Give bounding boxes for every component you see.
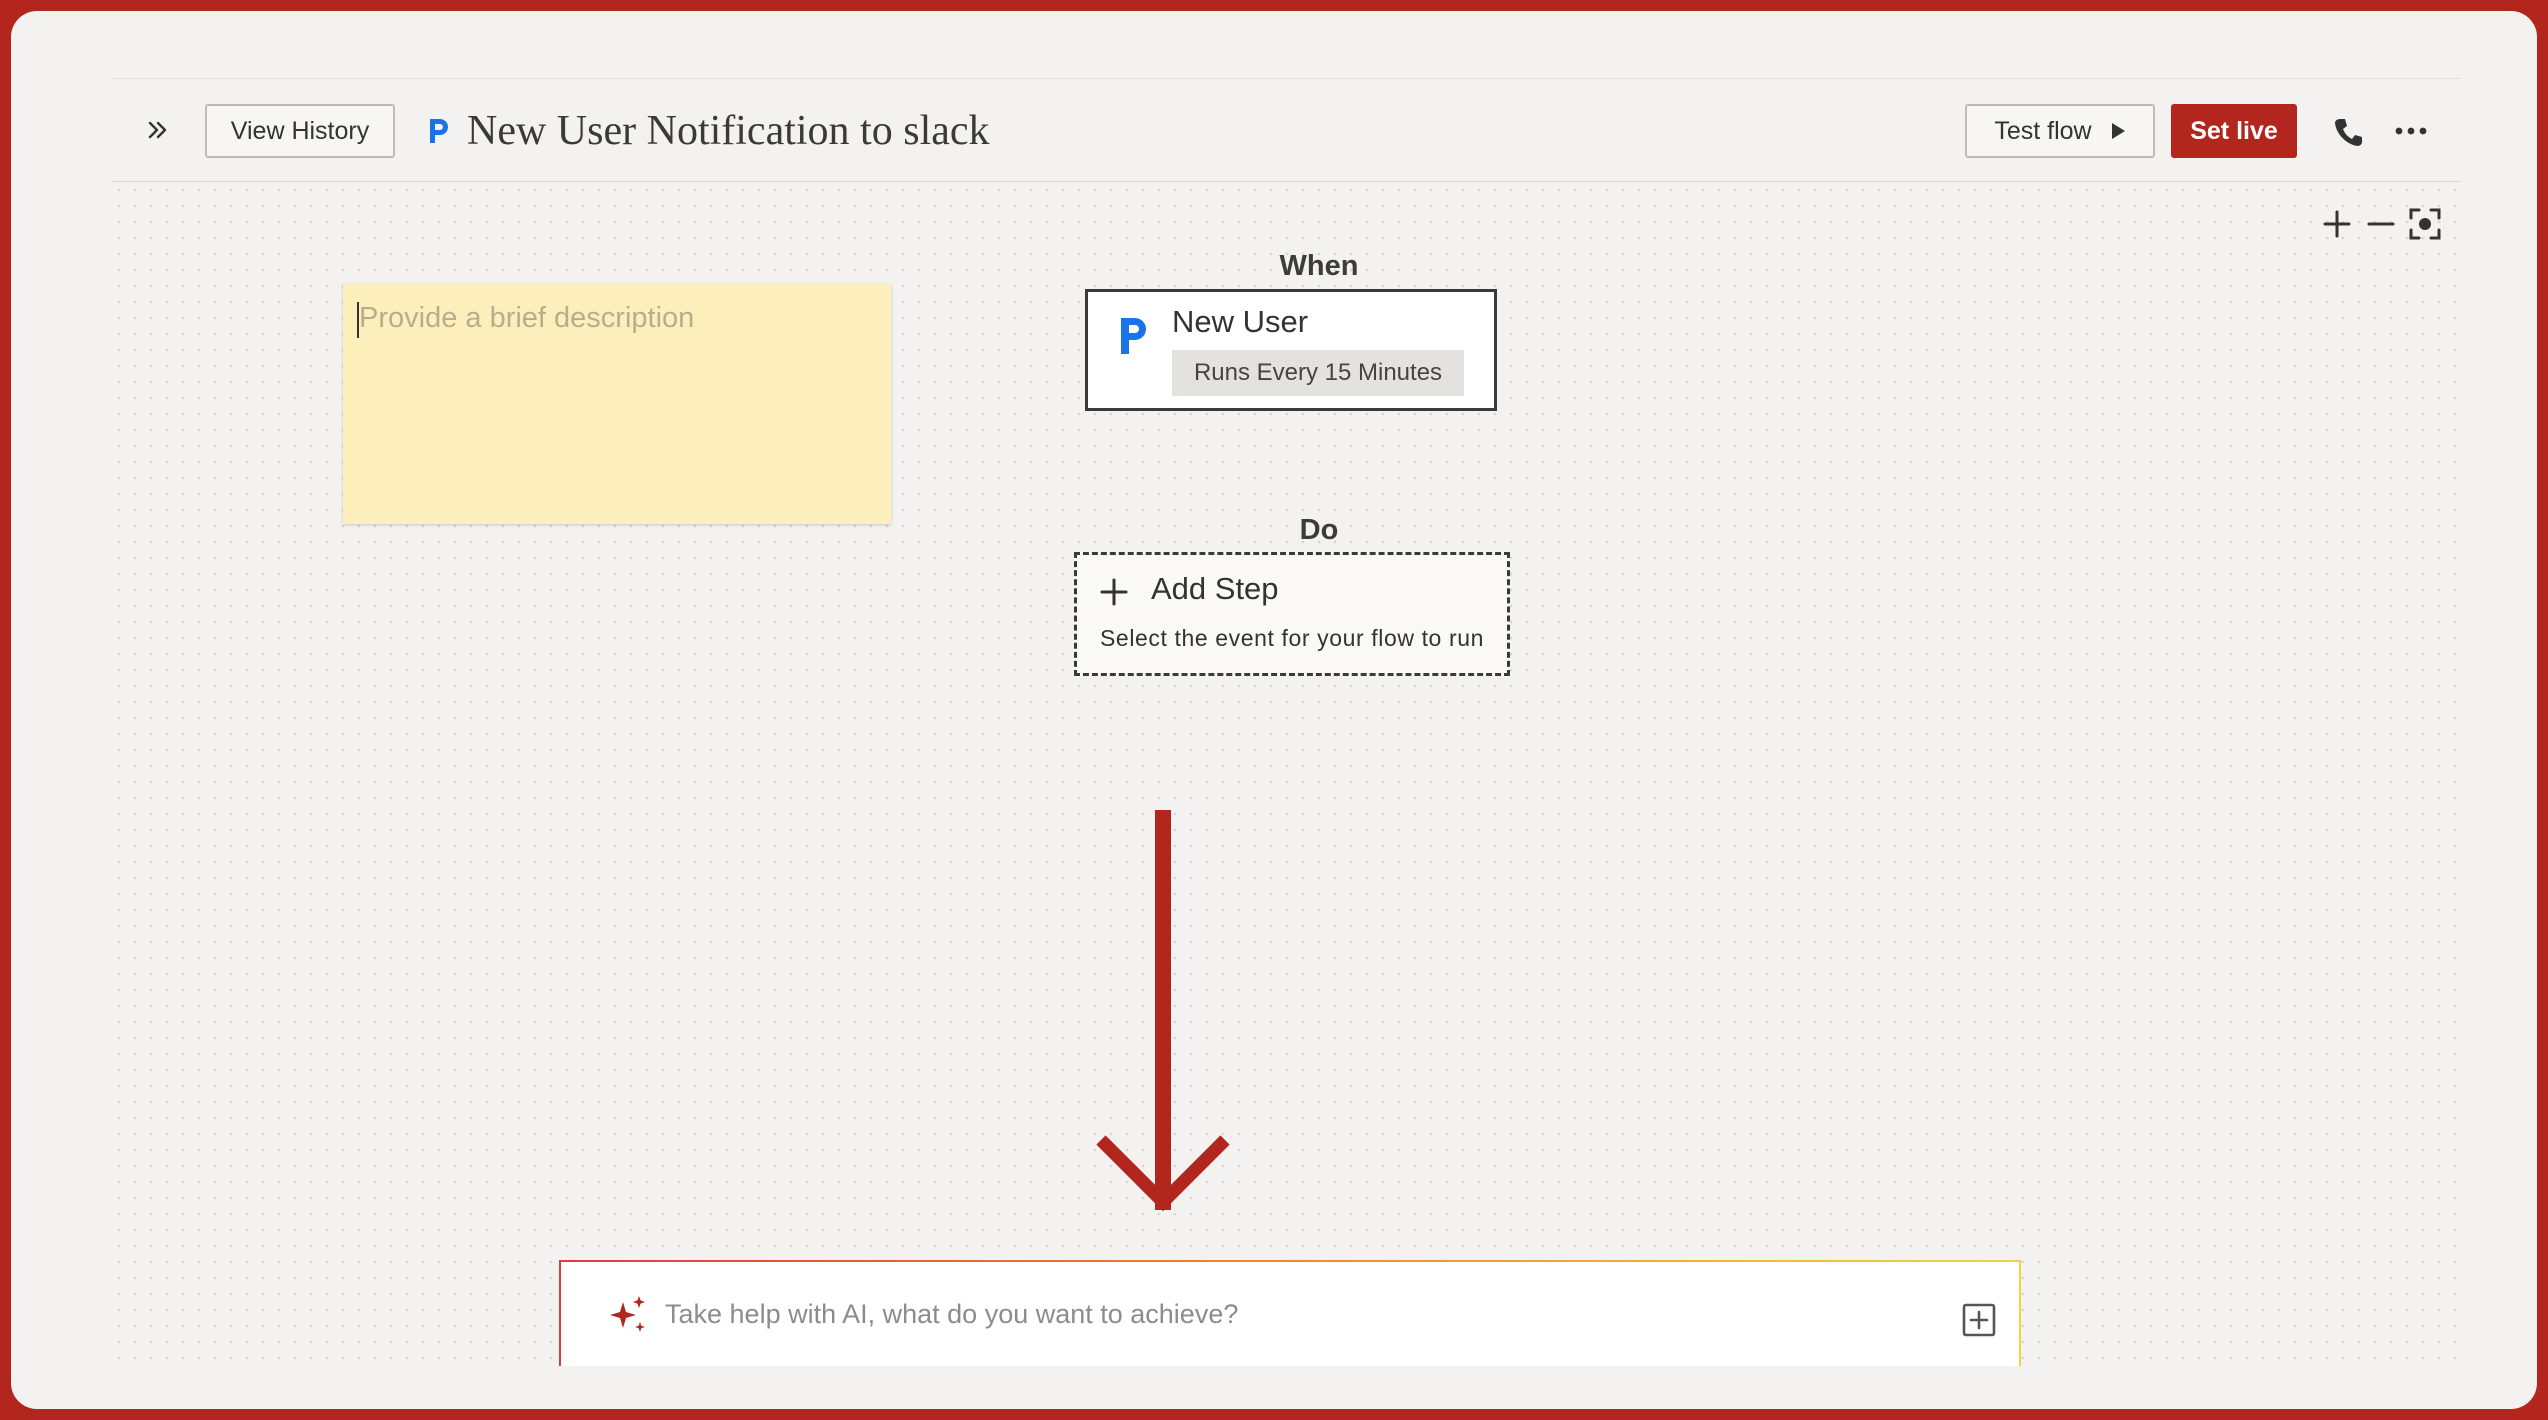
sticky-note[interactable]: Provide a brief description — [343, 284, 891, 524]
set-live-label: Set live — [2190, 116, 2278, 145]
fit-view-icon[interactable] — [2407, 206, 2443, 242]
trigger-title: New User — [1172, 304, 1309, 339]
ai-sparkle-icon — [610, 1296, 645, 1332]
add-step-title: Add Step — [1151, 571, 1279, 606]
plus-icon — [1100, 578, 1128, 606]
add-step-subtitle: Select the event for your flow to run — [1099, 625, 1484, 651]
schedule-badge: Runs Every 15 Minutes — [1172, 350, 1464, 396]
play-icon — [2111, 123, 2125, 139]
test-flow-button[interactable]: Test flow — [1965, 104, 2155, 158]
set-live-button[interactable]: Set live — [2171, 104, 2297, 158]
ai-prompt-input[interactable] — [663, 1290, 1847, 1338]
app-window: View History New User Notification to sl… — [11, 11, 2537, 1409]
app-logo-icon — [430, 119, 448, 143]
do-label: Do — [1299, 514, 1339, 546]
add-step-button[interactable]: Add Step Select the event for your flow … — [1074, 552, 1510, 676]
view-history-label: View History — [230, 116, 370, 145]
view-history-button[interactable]: View History — [205, 104, 395, 158]
when-label: When — [1279, 250, 1359, 282]
sticky-note-placeholder: Provide a brief description — [359, 302, 695, 334]
phone-icon[interactable] — [2331, 115, 2365, 149]
test-flow-label: Test flow — [1994, 116, 2092, 145]
expand-sidebar-icon[interactable] — [141, 113, 175, 147]
ai-prompt-bar — [559, 1260, 2021, 1366]
trigger-card[interactable]: New User Runs Every 15 Minutes — [1085, 289, 1497, 411]
flow-canvas[interactable]: Provide a brief description When New Use… — [111, 182, 2461, 1366]
add-attachment-icon[interactable] — [1961, 1302, 1997, 1338]
app-logo-icon — [1112, 312, 1152, 360]
zoom-out-icon[interactable] — [2363, 206, 2399, 242]
flow-title[interactable]: New User Notification to slack — [467, 107, 990, 155]
zoom-in-icon[interactable] — [2319, 206, 2355, 242]
flow-builder: View History New User Notification to sl… — [111, 66, 2461, 1366]
top-toolbar: View History New User Notification to sl… — [111, 78, 2461, 183]
more-options-icon[interactable] — [2393, 123, 2429, 139]
down-arrow-annotation — [1096, 810, 1230, 1212]
